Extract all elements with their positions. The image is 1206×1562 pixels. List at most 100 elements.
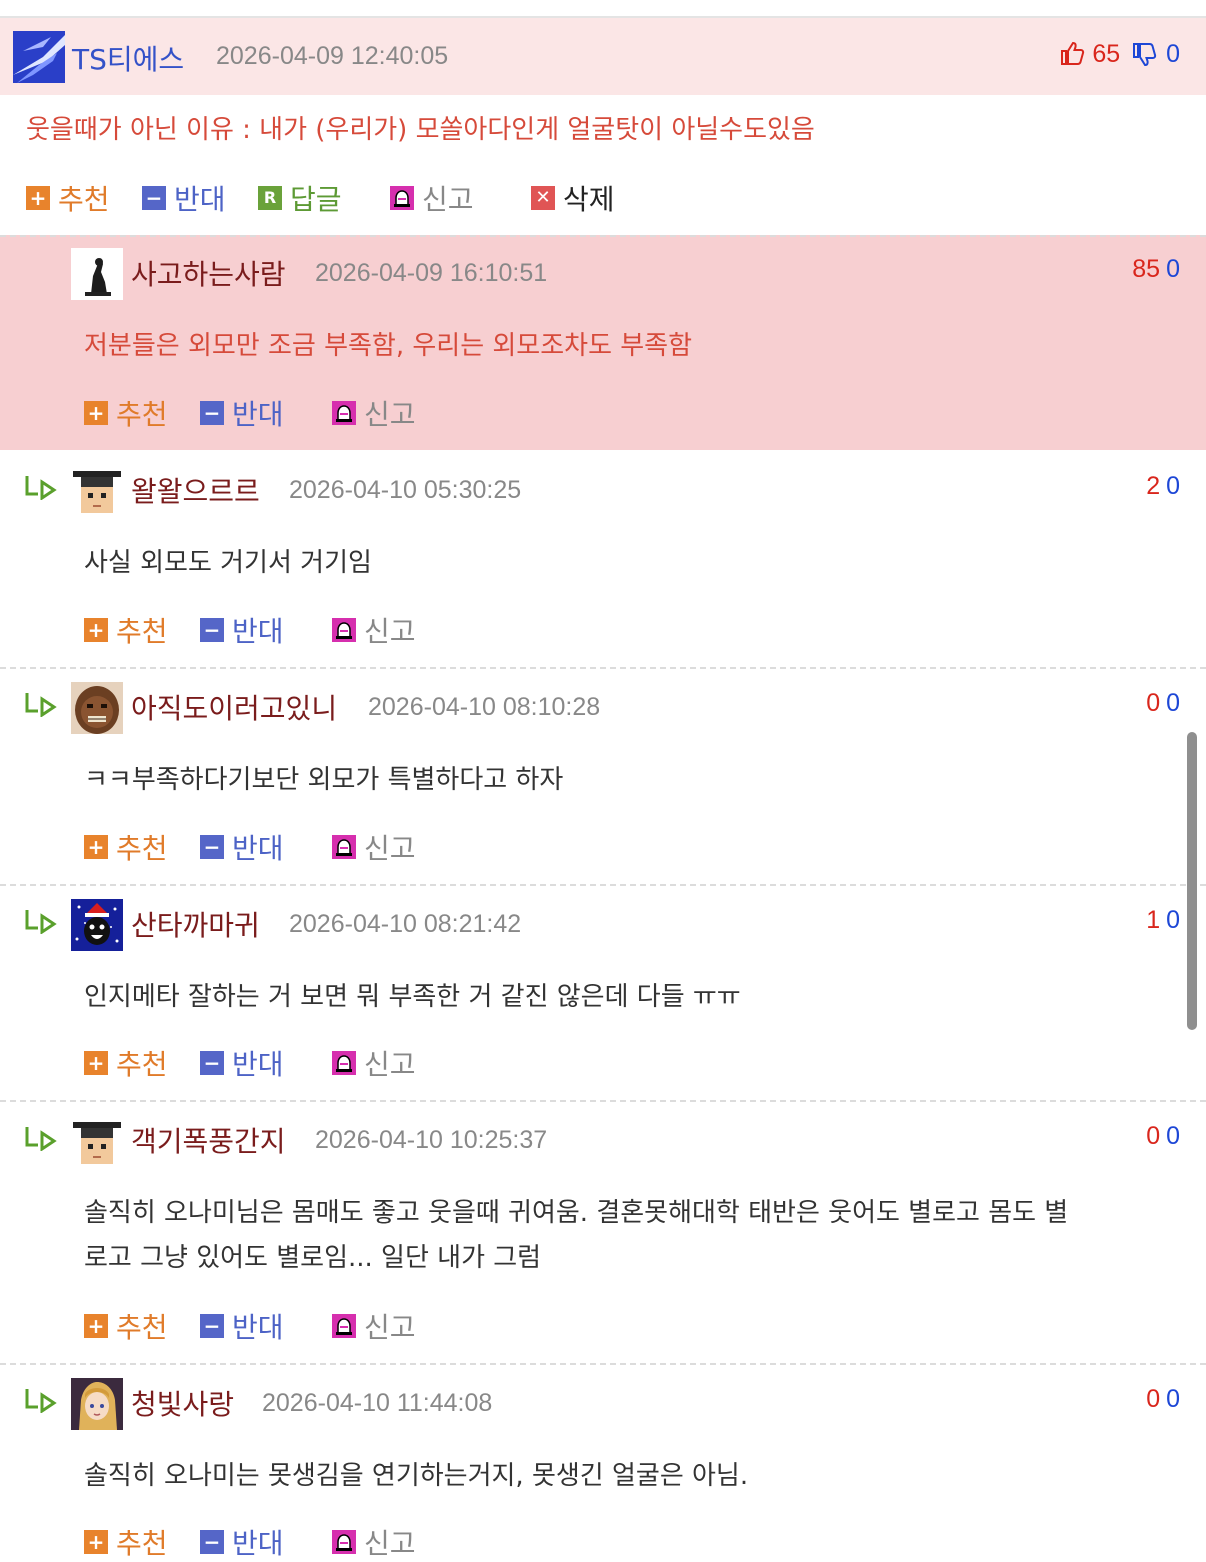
- dislike-count: 0: [1166, 40, 1180, 68]
- dislike-count: 0: [1166, 1385, 1180, 1413]
- minus-icon: −: [142, 186, 166, 210]
- bell-icon: [332, 835, 356, 859]
- avatar[interactable]: [71, 465, 123, 517]
- report-button[interactable]: 신고: [390, 178, 474, 218]
- comment-actions: + 추천 − 반대 신고: [84, 610, 484, 650]
- report-label: 신고: [364, 1311, 416, 1344]
- delete-label: 삭제: [563, 183, 615, 216]
- upvote-label: 추천: [116, 1311, 168, 1344]
- comment-text: 저분들은 외모만 조금 부족함, 우리는 외모조차도 부족함: [84, 331, 693, 361]
- downvote-button[interactable]: − 반대: [200, 393, 284, 433]
- report-label: 신고: [364, 832, 416, 865]
- author-nickname[interactable]: TS티에스: [72, 38, 184, 78]
- upvote-label: 추천: [116, 832, 168, 865]
- like-count: 1: [1146, 906, 1161, 934]
- author-nickname[interactable]: 아직도이러고있니: [131, 687, 337, 727]
- downvote-button[interactable]: − 반대: [200, 1522, 284, 1562]
- report-button[interactable]: 신고: [332, 1306, 416, 1346]
- close-icon: ✕: [531, 186, 555, 210]
- avatar[interactable]: [71, 899, 123, 951]
- scrollbar-thumb[interactable]: [1187, 732, 1197, 1030]
- reply-divider: [0, 1363, 1206, 1365]
- comment-date: 2026-04-10 05:30:25: [289, 476, 522, 504]
- reply-item: 왈왈으르르 2026-04-10 05:30:25 20 사실 외모도 거기서 …: [0, 452, 1206, 667]
- comment-text: 솔직히 오나미는 못생김을 연기하는거지, 못생긴 얼굴은 아님.: [84, 1461, 749, 1491]
- plus-icon: +: [84, 1530, 108, 1554]
- upvote-label: 추천: [116, 1048, 168, 1081]
- plus-icon: +: [26, 186, 50, 210]
- author-nickname[interactable]: 객기폭풍간지: [131, 1120, 286, 1160]
- thumbs-down-icon: [1133, 43, 1157, 67]
- avatar[interactable]: [13, 31, 65, 83]
- bell-icon: [332, 1051, 356, 1075]
- report-button[interactable]: 신고: [332, 1043, 416, 1083]
- minus-icon: −: [200, 401, 224, 425]
- vote-counts: 20: [1146, 472, 1180, 501]
- main-comment: TS티에스 2026-04-09 12:40:05 65 0 웃을때가 아닌 이…: [0, 18, 1206, 232]
- plus-icon: +: [84, 1314, 108, 1338]
- like-count: 0: [1146, 1385, 1161, 1413]
- report-button[interactable]: 신고: [332, 1522, 416, 1562]
- report-label: 신고: [364, 1048, 416, 1081]
- author-nickname[interactable]: 청빛사랑: [131, 1383, 234, 1423]
- downvote-label: 반대: [232, 1311, 284, 1344]
- comment-actions: + 추천 − 반대 신고: [84, 1306, 484, 1346]
- report-button[interactable]: 신고: [332, 827, 416, 867]
- dislike-count: 0: [1166, 1122, 1180, 1150]
- plus-icon: +: [84, 1051, 108, 1075]
- plus-icon: +: [84, 618, 108, 642]
- upvote-button[interactable]: + 추천: [84, 1522, 168, 1562]
- comment-actions: + 추천 − 반대 신고: [84, 1043, 484, 1083]
- downvote-label: 반대: [174, 183, 226, 216]
- downvote-label: 반대: [232, 398, 284, 431]
- downvote-button[interactable]: − 반대: [200, 1306, 284, 1346]
- downvote-button[interactable]: − 반대: [200, 1043, 284, 1083]
- upvote-button[interactable]: + 추천: [84, 827, 168, 867]
- reply-arrow-icon: [25, 1389, 57, 1413]
- report-label: 신고: [364, 1527, 416, 1560]
- comment-text: 사실 외모도 거기서 거기임: [84, 548, 372, 578]
- comment-text: 인지메타 잘하는 거 보면 뭐 부족한 거 같진 않은데 다들 ㅠㅠ: [84, 982, 741, 1012]
- avatar[interactable]: [71, 1116, 123, 1168]
- reply-arrow-icon: [25, 476, 57, 500]
- report-label: 신고: [364, 398, 416, 431]
- report-button[interactable]: 신고: [332, 610, 416, 650]
- downvote-button[interactable]: − 반대: [200, 827, 284, 867]
- vote-counts: 10: [1146, 906, 1180, 935]
- upvote-button[interactable]: + 추천: [84, 1306, 168, 1346]
- author-nickname[interactable]: 왈왈으르르: [131, 470, 260, 510]
- delete-button[interactable]: ✕ 삭제: [531, 178, 615, 218]
- reply-arrow-icon: [25, 1127, 57, 1151]
- report-button[interactable]: 신고: [332, 393, 416, 433]
- downvote-label: 반대: [232, 832, 284, 865]
- upvote-button[interactable]: + 추천: [84, 1043, 168, 1083]
- author-nickname[interactable]: 사고하는사람: [131, 253, 286, 293]
- comment-actions: + 추천 − 반대 신고: [84, 827, 484, 867]
- comment-date: 2026-04-10 08:10:28: [368, 693, 601, 721]
- vote-counts: 65 0: [1059, 40, 1180, 69]
- avatar[interactable]: [71, 682, 123, 734]
- upvote-button[interactable]: + 추천: [26, 178, 110, 218]
- author-nickname[interactable]: 산타까마귀: [131, 904, 260, 944]
- plus-icon: +: [84, 401, 108, 425]
- reply-button[interactable]: R 답글: [258, 178, 342, 218]
- dislike-count: 0: [1166, 689, 1180, 717]
- bell-icon: [390, 186, 414, 210]
- report-label: 신고: [422, 183, 474, 216]
- comment-text: ㅋㅋ부족하다기보단 외모가 특별하다고 하자: [84, 765, 564, 795]
- vote-counts: 00: [1146, 1122, 1180, 1151]
- upvote-label: 추천: [116, 615, 168, 648]
- comment-actions: + 추천 − 반대 신고: [84, 393, 484, 433]
- reply-arrow-icon: [25, 910, 57, 934]
- avatar[interactable]: [71, 1378, 123, 1430]
- upvote-button[interactable]: + 추천: [84, 610, 168, 650]
- upvote-button[interactable]: + 추천: [84, 393, 168, 433]
- minus-icon: −: [200, 1051, 224, 1075]
- minus-icon: −: [200, 835, 224, 859]
- avatar[interactable]: [71, 248, 123, 300]
- like-count: 85: [1132, 255, 1161, 283]
- downvote-button[interactable]: − 반대: [142, 178, 226, 218]
- dislike-count: 0: [1166, 906, 1180, 934]
- downvote-button[interactable]: − 반대: [200, 610, 284, 650]
- downvote-label: 반대: [232, 1527, 284, 1560]
